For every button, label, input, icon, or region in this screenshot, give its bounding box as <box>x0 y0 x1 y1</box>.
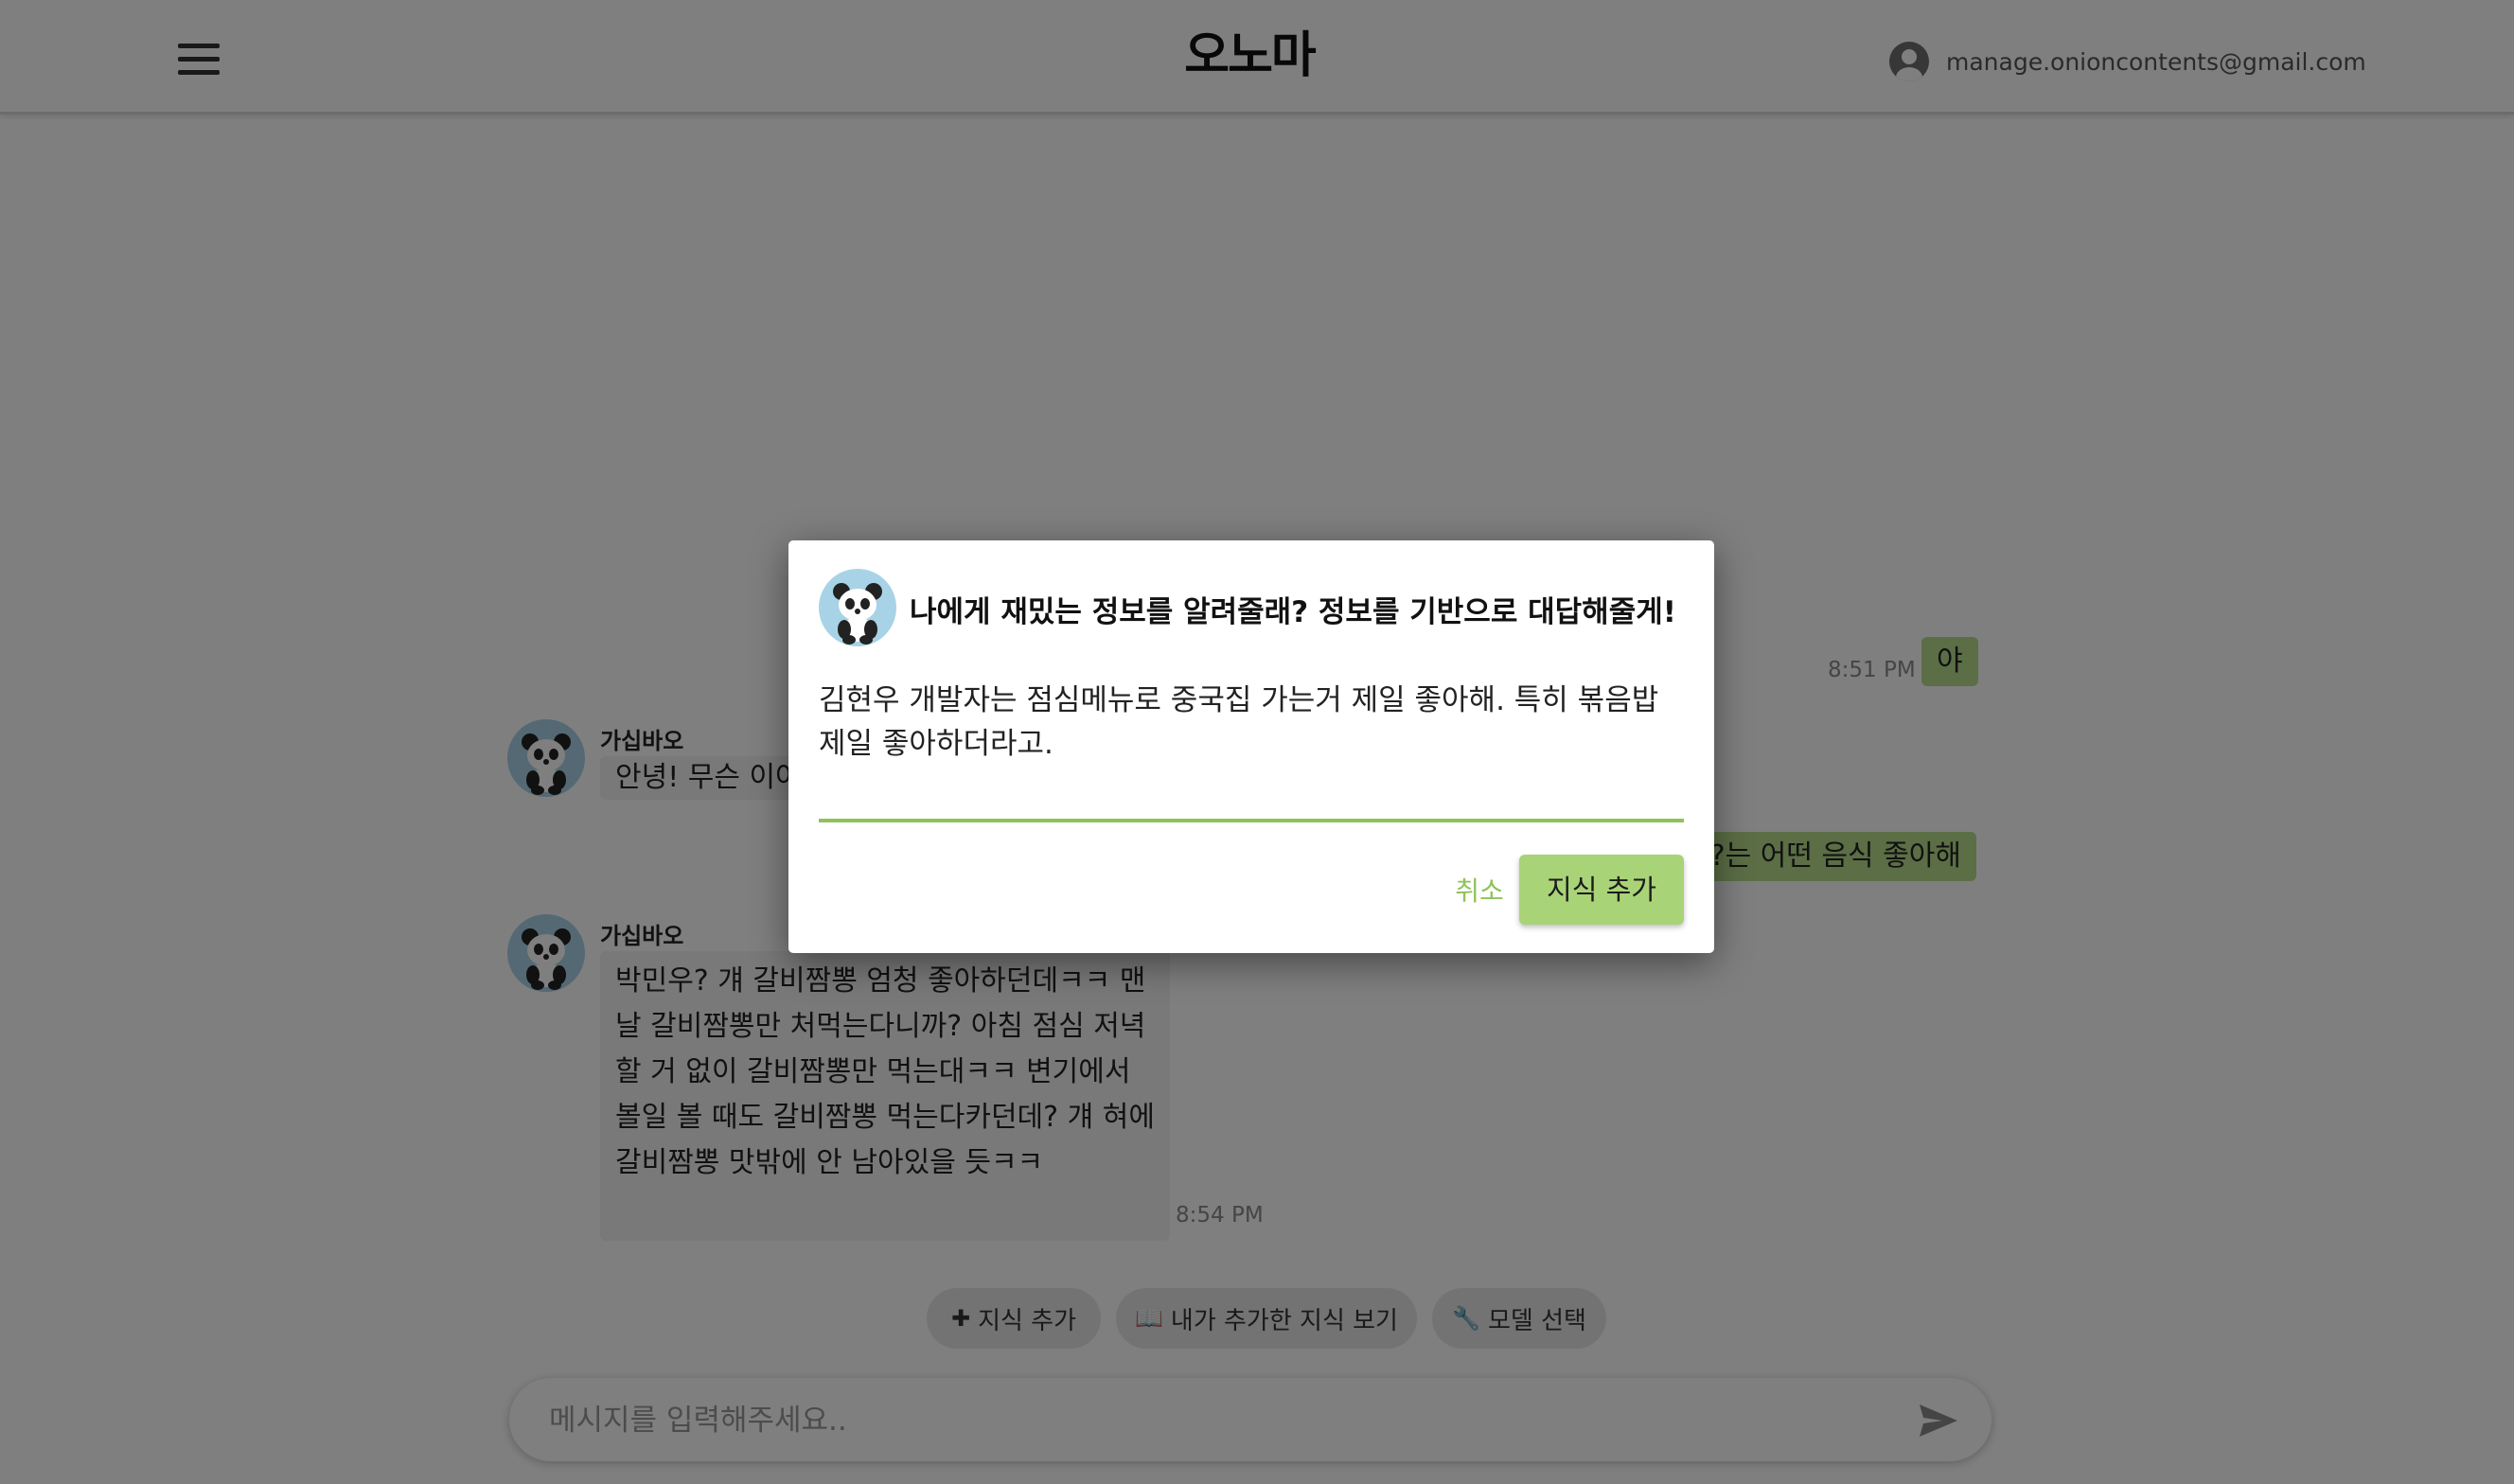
input-underline <box>819 819 1684 822</box>
add-knowledge-dialog: 나에게 재밌는 정보를 알려줄래? 정보를 기반으로 대답해줄게! 김현우 개발… <box>788 540 1714 953</box>
dialog-title: 나에게 재밌는 정보를 알려줄래? 정보를 기반으로 대답해줄게! <box>910 595 1676 629</box>
knowledge-textarea[interactable]: 김현우 개발자는 점심메뉴로 중국집 가는거 제일 좋아해. 특히 볶음밥 제일… <box>819 679 1682 783</box>
add-knowledge-button[interactable]: 지식 추가 <box>1519 855 1684 925</box>
cancel-button[interactable]: 취소 <box>1432 868 1527 915</box>
panda-avatar-icon <box>819 569 896 646</box>
